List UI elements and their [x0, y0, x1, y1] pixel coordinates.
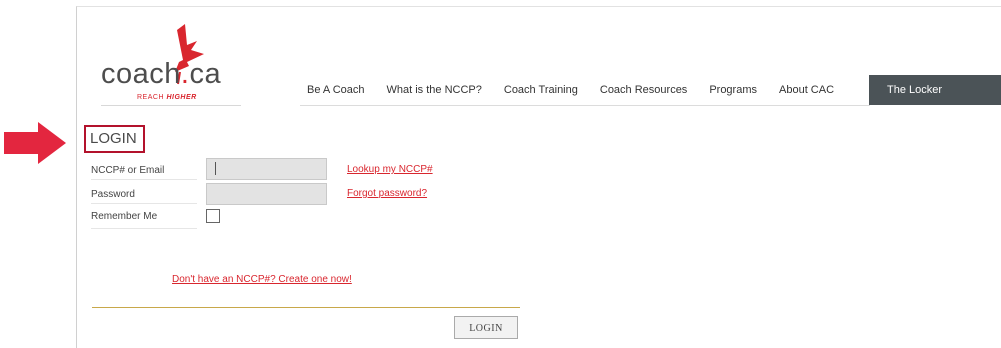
label-divider	[91, 179, 197, 180]
lookup-nccp-link[interactable]: Lookup my NCCP#	[347, 164, 433, 176]
main-nav: Be A Coach What is the NCCP? Coach Train…	[296, 75, 845, 105]
forgot-password-link[interactable]: Forgot password?	[347, 188, 427, 200]
password-label: Password	[91, 189, 135, 200]
logo-wordmark: coach.ca	[101, 58, 222, 90]
label-divider	[91, 203, 197, 204]
login-title: LOGIN	[90, 130, 137, 147]
nav-item-coach-training[interactable]: Coach Training	[493, 75, 589, 105]
login-button[interactable]: LOGIN	[454, 316, 518, 339]
remember-me-checkbox[interactable]	[206, 209, 220, 223]
nav-item-coach-resources[interactable]: Coach Resources	[589, 75, 698, 105]
nav-item-what-is-nccp[interactable]: What is the NCCP?	[376, 75, 493, 105]
nav-item-about-cac[interactable]: About CAC	[768, 75, 845, 105]
nccp-email-field[interactable]	[206, 158, 327, 180]
nav-rule	[300, 105, 870, 106]
text-cursor	[215, 162, 216, 175]
nav-item-the-locker[interactable]: The Locker	[869, 75, 1001, 105]
logo-tagline: REACH HIGHER	[137, 94, 197, 101]
logo-rule	[101, 105, 241, 106]
coach-ca-logo[interactable]: coach.ca REACH HIGHER	[101, 14, 221, 106]
nccp-email-label: NCCP# or Email	[91, 165, 165, 176]
create-nccp-link[interactable]: Don't have an NCCP#? Create one now!	[172, 274, 352, 286]
right-arrow-icon	[4, 122, 66, 164]
form-divider	[92, 307, 520, 308]
nav-item-be-a-coach[interactable]: Be A Coach	[296, 75, 376, 105]
nav-item-programs[interactable]: Programs	[698, 75, 768, 105]
label-divider	[91, 228, 197, 229]
remember-me-label: Remember Me	[91, 211, 158, 222]
password-field[interactable]	[206, 183, 327, 205]
